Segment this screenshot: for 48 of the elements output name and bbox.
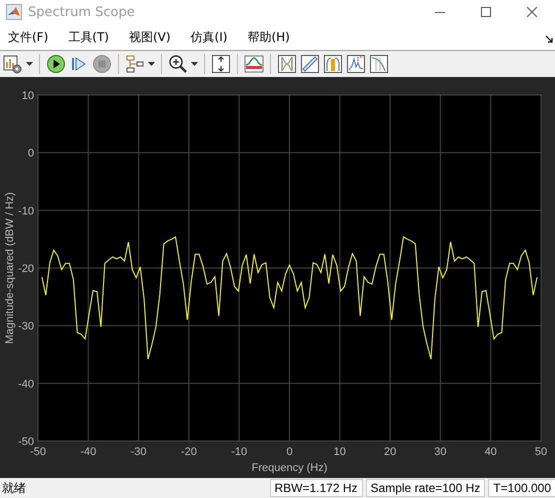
status-field: RBW=1.172 Hz	[270, 479, 363, 497]
tick-label: 0	[286, 446, 293, 458]
menu-item[interactable]: 工具(T)	[64, 28, 117, 46]
zoom-in-icon[interactable]	[168, 54, 188, 74]
tick-label: 40	[484, 446, 497, 458]
tick-label: -20	[180, 446, 197, 458]
bars-icon[interactable]	[323, 54, 343, 74]
chart-settings-icon[interactable]	[3, 54, 23, 74]
menu-item[interactable]: 视图(V)	[124, 28, 179, 46]
app-logo-icon	[6, 4, 22, 20]
caret-icon[interactable]	[191, 62, 198, 66]
window-title: Spectrum Scope	[28, 4, 136, 20]
tick-label: 10	[334, 446, 346, 458]
tick-label: -30	[130, 446, 147, 458]
play-icon[interactable]	[46, 54, 66, 74]
tick-label: -50	[30, 446, 46, 458]
menu-item[interactable]: 文件(F)	[4, 28, 56, 46]
status-message: 就绪	[1, 480, 27, 496]
peak-icon[interactable]	[346, 54, 366, 74]
status-field: Sample rate=100 Hz	[366, 479, 486, 497]
tick-label: -30	[18, 320, 34, 333]
tick-label: -40	[18, 378, 34, 390]
cursor-measure-icon[interactable]	[277, 54, 297, 74]
spectrum-icon[interactable]	[244, 54, 264, 74]
tick-label: -40	[80, 446, 96, 458]
close-icon[interactable]	[527, 7, 537, 17]
dock-arrow-icon[interactable]	[545, 34, 553, 42]
tick-label: -10	[231, 446, 248, 458]
tick-label: 30	[434, 446, 447, 458]
curve-icon[interactable]	[369, 54, 389, 74]
tick-label: -20	[18, 263, 34, 275]
tick-label: -10	[18, 205, 34, 218]
tick-label: -50	[18, 436, 34, 448]
caret-icon[interactable]	[26, 62, 33, 66]
maximize-icon[interactable]	[481, 7, 491, 17]
tick-label: 0	[28, 148, 34, 160]
caret-icon[interactable]	[148, 62, 155, 66]
status-field: T=100.000	[488, 479, 555, 497]
menu-item[interactable]: 仿真(I)	[186, 28, 236, 46]
axis-label: Frequency (Hz)	[252, 462, 328, 474]
menu-item[interactable]: 帮助(H)	[243, 28, 298, 46]
vertical-fit-icon[interactable]	[211, 54, 231, 74]
tick-label: 20	[384, 446, 396, 458]
tick-label: 10	[22, 90, 34, 102]
ruler-icon[interactable]	[300, 54, 320, 74]
hierarchy-icon[interactable]	[125, 54, 145, 74]
axis-label: Magnitude-squared (dBW / Hz)	[4, 192, 16, 344]
tick-label: 50	[534, 446, 548, 458]
